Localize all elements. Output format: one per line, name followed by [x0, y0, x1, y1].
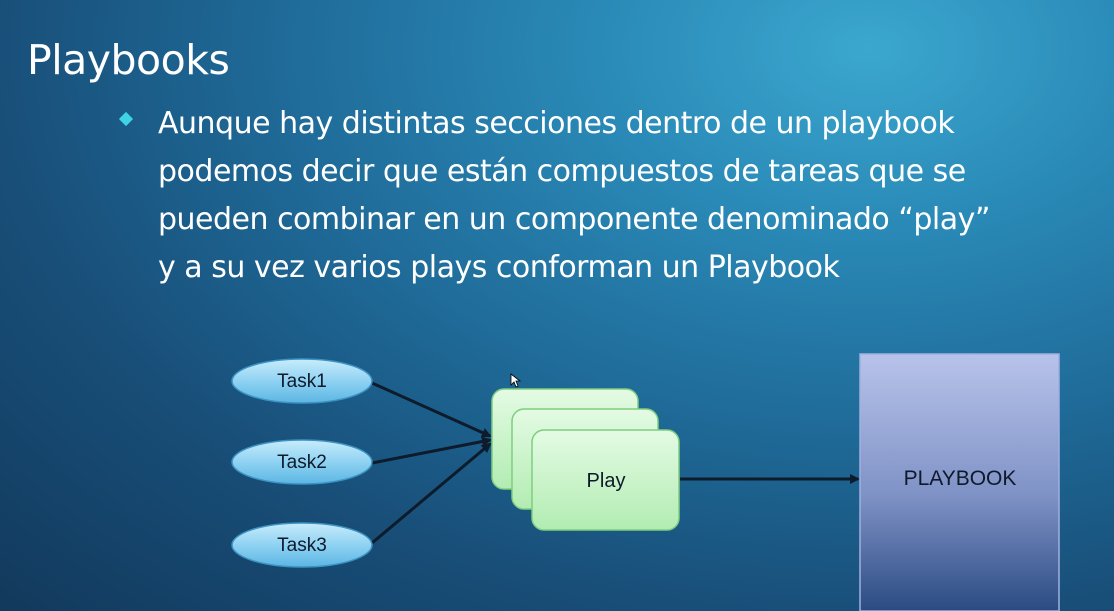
play-label: Play: [587, 470, 626, 492]
play-card: Play: [531, 429, 680, 531]
playbook-diagram: Task1 Task2 Task3 Play PLAYBOOK: [231, 353, 1060, 611]
task-label: Task1: [277, 371, 327, 392]
playbook-box: PLAYBOOK: [859, 353, 1060, 611]
mouse-cursor-icon: [510, 373, 522, 388]
task-node: Task3: [231, 522, 373, 568]
task-node: Task1: [231, 358, 373, 404]
task-label: Task3: [277, 535, 327, 556]
task-node: Task2: [231, 439, 373, 485]
task-label: Task2: [277, 452, 327, 473]
arrow-task1-play: [371, 381, 492, 438]
playbook-label: PLAYBOOK: [904, 467, 1017, 490]
